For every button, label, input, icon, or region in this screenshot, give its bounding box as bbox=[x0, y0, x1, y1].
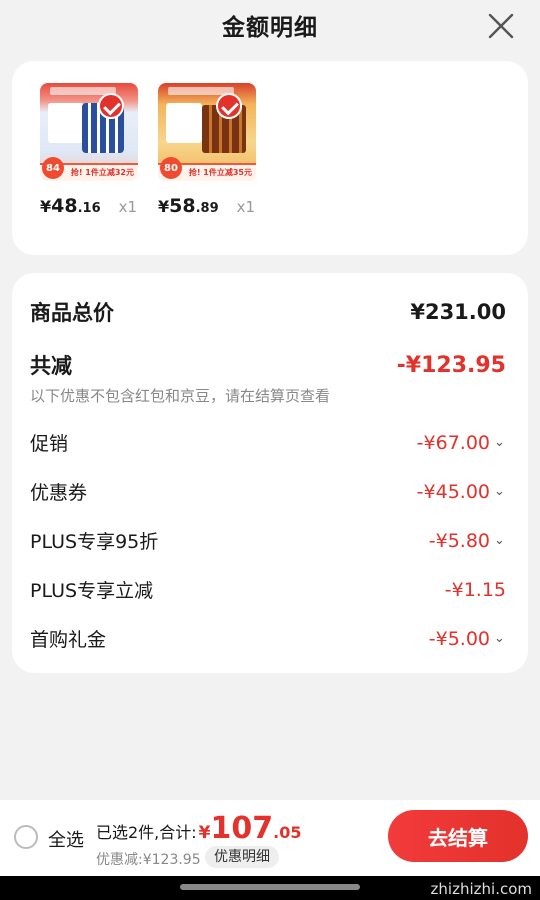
product-thumbnail[interactable]: 84 抢! 1件立减32元 bbox=[40, 83, 138, 181]
discount-badge: 80 bbox=[160, 157, 182, 179]
home-indicator[interactable] bbox=[180, 884, 360, 890]
product-card: 84 抢! 1件立减32元 ¥ 48 .16 x1 80 抢! 1件立减35元 … bbox=[12, 61, 528, 255]
total-price-label: 商品总价 bbox=[30, 301, 114, 325]
price-decimal: .16 bbox=[77, 201, 101, 216]
discount-value: -¥1.15 bbox=[444, 578, 506, 601]
discount-row-first-purchase[interactable]: 首购礼金 -¥5.00 ⌄ bbox=[30, 625, 506, 652]
currency-symbol: ¥ bbox=[158, 197, 170, 216]
checkmark-icon bbox=[98, 93, 124, 119]
product-price: ¥ 48 .16 x1 bbox=[40, 195, 140, 217]
save-text: 抢! 1件立减32元 bbox=[70, 168, 134, 177]
discount-detail-button[interactable]: 优惠明细 bbox=[205, 846, 279, 868]
select-all-checkbox[interactable] bbox=[14, 825, 38, 849]
selected-count: 已选2件,合计: bbox=[96, 823, 197, 842]
product-info-panel bbox=[48, 103, 84, 143]
discount-summary: 优惠减:¥123.95 bbox=[96, 852, 201, 868]
discount-value: -¥5.80 bbox=[428, 529, 490, 552]
product-info-panel bbox=[166, 103, 202, 143]
chevron-down-icon[interactable]: ⌄ bbox=[494, 533, 506, 548]
select-all-label[interactable]: 全选 bbox=[48, 826, 84, 852]
price-decimal: .89 bbox=[195, 201, 219, 216]
checkmark-icon bbox=[216, 93, 242, 119]
discount-value: -¥5.00 bbox=[428, 627, 490, 650]
total-integer: 107 bbox=[210, 811, 274, 846]
quantity: x1 bbox=[118, 198, 138, 216]
discount-row-promotion[interactable]: 促销 -¥67.00 ⌄ bbox=[30, 429, 506, 456]
discount-label: 优惠券 bbox=[30, 482, 88, 504]
product-item[interactable]: 80 抢! 1件立减35元 ¥ 58 .89 x1 bbox=[158, 83, 258, 217]
total-price-value: ¥231.00 bbox=[410, 300, 506, 324]
header: 金额明细 bbox=[0, 0, 540, 50]
discount-note: 以下优惠不包含红包和京豆，请在结算页查看 bbox=[30, 387, 331, 405]
discount-label: PLUS专享立减 bbox=[30, 580, 154, 602]
total-reduce-value: -¥123.95 bbox=[396, 352, 506, 378]
checkout-button[interactable]: 去结算 bbox=[388, 810, 528, 862]
discount-label: 促销 bbox=[30, 433, 69, 455]
total-reduce-label: 共减 bbox=[30, 354, 72, 378]
discount-row-plus-reduce: PLUS专享立减 -¥1.15 bbox=[30, 576, 506, 603]
chevron-down-icon[interactable]: ⌄ bbox=[494, 435, 506, 450]
currency-symbol: ¥ bbox=[198, 823, 211, 843]
checkout-bar: 全选 已选2件,合计: ¥ 107 .05 优惠减:¥123.95 优惠明细 去… bbox=[0, 800, 540, 876]
discount-value: -¥45.00 bbox=[416, 480, 490, 503]
discount-row-plus-95[interactable]: PLUS专享95折 -¥5.80 ⌄ bbox=[30, 527, 506, 554]
product-item[interactable]: 84 抢! 1件立减32元 ¥ 48 .16 x1 bbox=[40, 83, 140, 217]
discount-value: -¥67.00 bbox=[416, 431, 490, 454]
product-thumbnail[interactable]: 80 抢! 1件立减35元 bbox=[158, 83, 256, 181]
quantity: x1 bbox=[236, 198, 256, 216]
chevron-down-icon[interactable]: ⌄ bbox=[494, 484, 506, 499]
product-price: ¥ 58 .89 x1 bbox=[158, 195, 258, 217]
page-title: 金额明细 bbox=[222, 15, 318, 41]
currency-symbol: ¥ bbox=[40, 197, 52, 216]
price-integer: 48 bbox=[51, 195, 78, 217]
save-text: 抢! 1件立减35元 bbox=[188, 168, 252, 177]
price-integer: 58 bbox=[169, 195, 196, 217]
discount-label: 首购礼金 bbox=[30, 629, 107, 651]
discount-badge: 84 bbox=[42, 157, 64, 179]
discount-row-coupon[interactable]: 优惠券 -¥45.00 ⌄ bbox=[30, 478, 506, 505]
total-decimal: .05 bbox=[273, 823, 302, 842]
total-reduce-row: 共减 -¥123.95 bbox=[30, 350, 506, 380]
watermark: zhizhizhi.com bbox=[430, 880, 532, 898]
chevron-down-icon[interactable]: ⌄ bbox=[494, 631, 506, 646]
order-summary: 已选2件,合计: ¥ 107 .05 bbox=[96, 814, 301, 844]
discount-label: PLUS专享95折 bbox=[30, 531, 159, 553]
amount-details-card: 商品总价 ¥231.00 共减 -¥123.95 以下优惠不包含红包和京豆，请在… bbox=[12, 273, 528, 673]
total-price-row: 商品总价 ¥231.00 bbox=[30, 297, 506, 327]
close-icon[interactable] bbox=[486, 11, 516, 41]
